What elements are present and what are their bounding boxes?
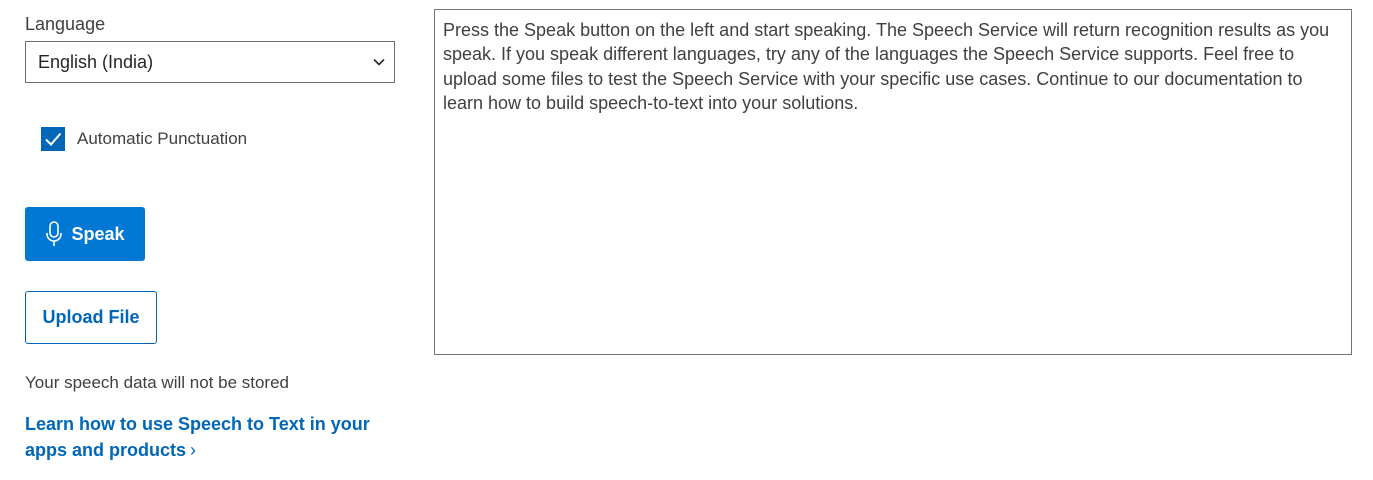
speech-to-text-demo: Language English (India) Automatic Punct…	[0, 0, 1373, 480]
automatic-punctuation-label: Automatic Punctuation	[77, 129, 248, 148]
microphone-icon	[46, 221, 63, 246]
speak-button[interactable]: Speak	[25, 207, 145, 261]
automatic-punctuation-checkbox[interactable]	[41, 127, 65, 151]
upload-file-button-label: Upload File	[42, 307, 140, 327]
storage-note: Your speech data will not be stored	[25, 373, 289, 392]
automatic-punctuation-option[interactable]: Automatic Punctuation	[41, 127, 247, 151]
speak-button-label: Speak	[71, 223, 125, 244]
recognition-results-box[interactable]: Press the Speak button on the left and s…	[434, 9, 1352, 355]
chevron-down-icon	[373, 59, 385, 66]
upload-file-button[interactable]: Upload File	[25, 291, 157, 344]
language-select[interactable]: English (India)	[25, 41, 395, 83]
language-select-value: English (India)	[38, 51, 154, 72]
chevron-right-icon: ›	[190, 440, 197, 460]
learn-more-link[interactable]: Learn how to use Speech to Text in your …	[25, 411, 405, 463]
recognition-results-text: Press the Speak button on the left and s…	[443, 20, 1330, 114]
learn-more-link-text: Learn how to use Speech to Text in your …	[25, 414, 370, 460]
checkmark-icon	[45, 132, 62, 146]
language-label: Language	[25, 14, 106, 34]
